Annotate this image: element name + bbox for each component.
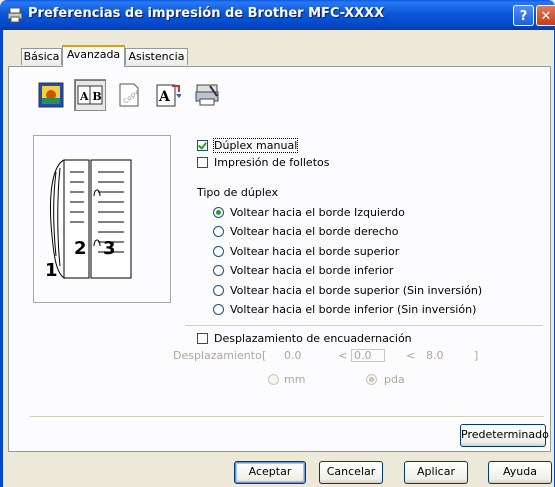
duplex-icon: A B xyxy=(77,85,103,105)
divider-bottom xyxy=(30,416,544,417)
radio-flip-bottom-noinv[interactable] xyxy=(213,304,224,315)
title-bar: Preferencias de impresión de Brother MFC… xyxy=(0,0,555,30)
tab-avanzada[interactable]: Avanzada xyxy=(62,45,125,67)
duplex-type-heading: Tipo de dúplex xyxy=(197,186,278,199)
unit-pda-radio[interactable] xyxy=(366,374,377,385)
unit-mm-label[interactable]: mm xyxy=(284,373,305,386)
duplex-button[interactable]: A B xyxy=(74,79,106,111)
color-icon xyxy=(38,82,64,108)
printer-icon xyxy=(7,7,23,23)
device-options-button[interactable] xyxy=(191,79,223,111)
radio-flip-bottom[interactable] xyxy=(213,265,224,276)
duplex-icon-label: A B xyxy=(79,90,102,103)
page-number-3: 3 xyxy=(103,238,116,259)
offset-label: Desplazamiento xyxy=(173,349,262,362)
page-setting-icon-label: A xyxy=(158,89,171,105)
radio-flip-top-label[interactable]: Voltear hacia el borde superior xyxy=(230,245,399,258)
radio-flip-top-noinv-label[interactable]: Voltear hacia el borde superior (Sin inv… xyxy=(230,284,482,297)
cancel-button[interactable]: Cancelar xyxy=(319,461,383,484)
booklet-label[interactable]: Impresión de folletos xyxy=(214,156,329,169)
radio-flip-bottom-label[interactable]: Voltear hacia el borde inferior xyxy=(230,264,393,277)
divider-top xyxy=(185,325,543,326)
default-button[interactable]: Predeterminado xyxy=(460,424,549,447)
window-title: Preferencias de impresión de Brother MFC… xyxy=(28,6,385,21)
duplex-manual-label[interactable]: Dúplex manual xyxy=(212,138,299,153)
unit-pda-label[interactable]: pda xyxy=(384,373,405,386)
watermark-button[interactable]: Copy xyxy=(113,79,145,111)
unit-mm-radio[interactable] xyxy=(268,374,279,385)
offset-input[interactable]: 0.0 xyxy=(351,349,385,362)
booklet-checkbox[interactable] xyxy=(197,157,208,168)
tab-basica[interactable]: Básica xyxy=(21,48,62,65)
offset-bracket-close: ] xyxy=(474,349,479,362)
close-button[interactable]: ✕ xyxy=(536,5,555,26)
window-frame-left xyxy=(0,30,3,487)
radio-flip-left[interactable] xyxy=(213,207,224,218)
binding-offset-label[interactable]: Desplazamiento de encuadernación xyxy=(214,332,412,345)
binding-offset-checkbox[interactable] xyxy=(197,333,208,344)
offset-max: 8.0 xyxy=(426,349,444,362)
offset-lt-1: < xyxy=(338,349,348,362)
radio-flip-top[interactable] xyxy=(213,246,224,257)
duplex-preview: 1 2 3 xyxy=(33,135,171,303)
offset-lt-2: < xyxy=(406,349,416,362)
duplex-preview-illustration: 1 2 3 xyxy=(45,159,132,281)
page-number-2: 2 xyxy=(74,238,87,259)
watermark-icon: Copy xyxy=(119,83,140,107)
page-number-1: 1 xyxy=(45,260,58,281)
offset-min: 0.0 xyxy=(284,349,302,362)
offset-bracket-open: [ xyxy=(262,349,267,362)
radio-flip-bottom-noinv-label[interactable]: Voltear hacia el borde inferior (Sin inv… xyxy=(230,303,476,316)
page-setting-button[interactable]: A xyxy=(152,79,184,111)
duplex-manual-checkbox[interactable] xyxy=(197,140,208,151)
radio-flip-right[interactable] xyxy=(213,226,224,237)
apply-button[interactable]: Aplicar xyxy=(404,461,468,484)
accept-button[interactable]: Aceptar xyxy=(234,461,306,484)
device-options-icon xyxy=(195,84,219,106)
help-button[interactable]: Ayuda xyxy=(488,461,552,484)
tab-asistencia[interactable]: Asistencia xyxy=(125,48,188,65)
radio-flip-left-label[interactable]: Voltear hacia el borde Izquierdo xyxy=(230,206,405,219)
help-title-button[interactable]: ? xyxy=(513,5,534,26)
radio-flip-top-noinv[interactable] xyxy=(213,285,224,296)
color-button[interactable] xyxy=(35,79,67,111)
radio-flip-right-label[interactable]: Voltear hacia el borde derecho xyxy=(230,225,399,238)
page-setting-icon: A xyxy=(156,84,181,107)
